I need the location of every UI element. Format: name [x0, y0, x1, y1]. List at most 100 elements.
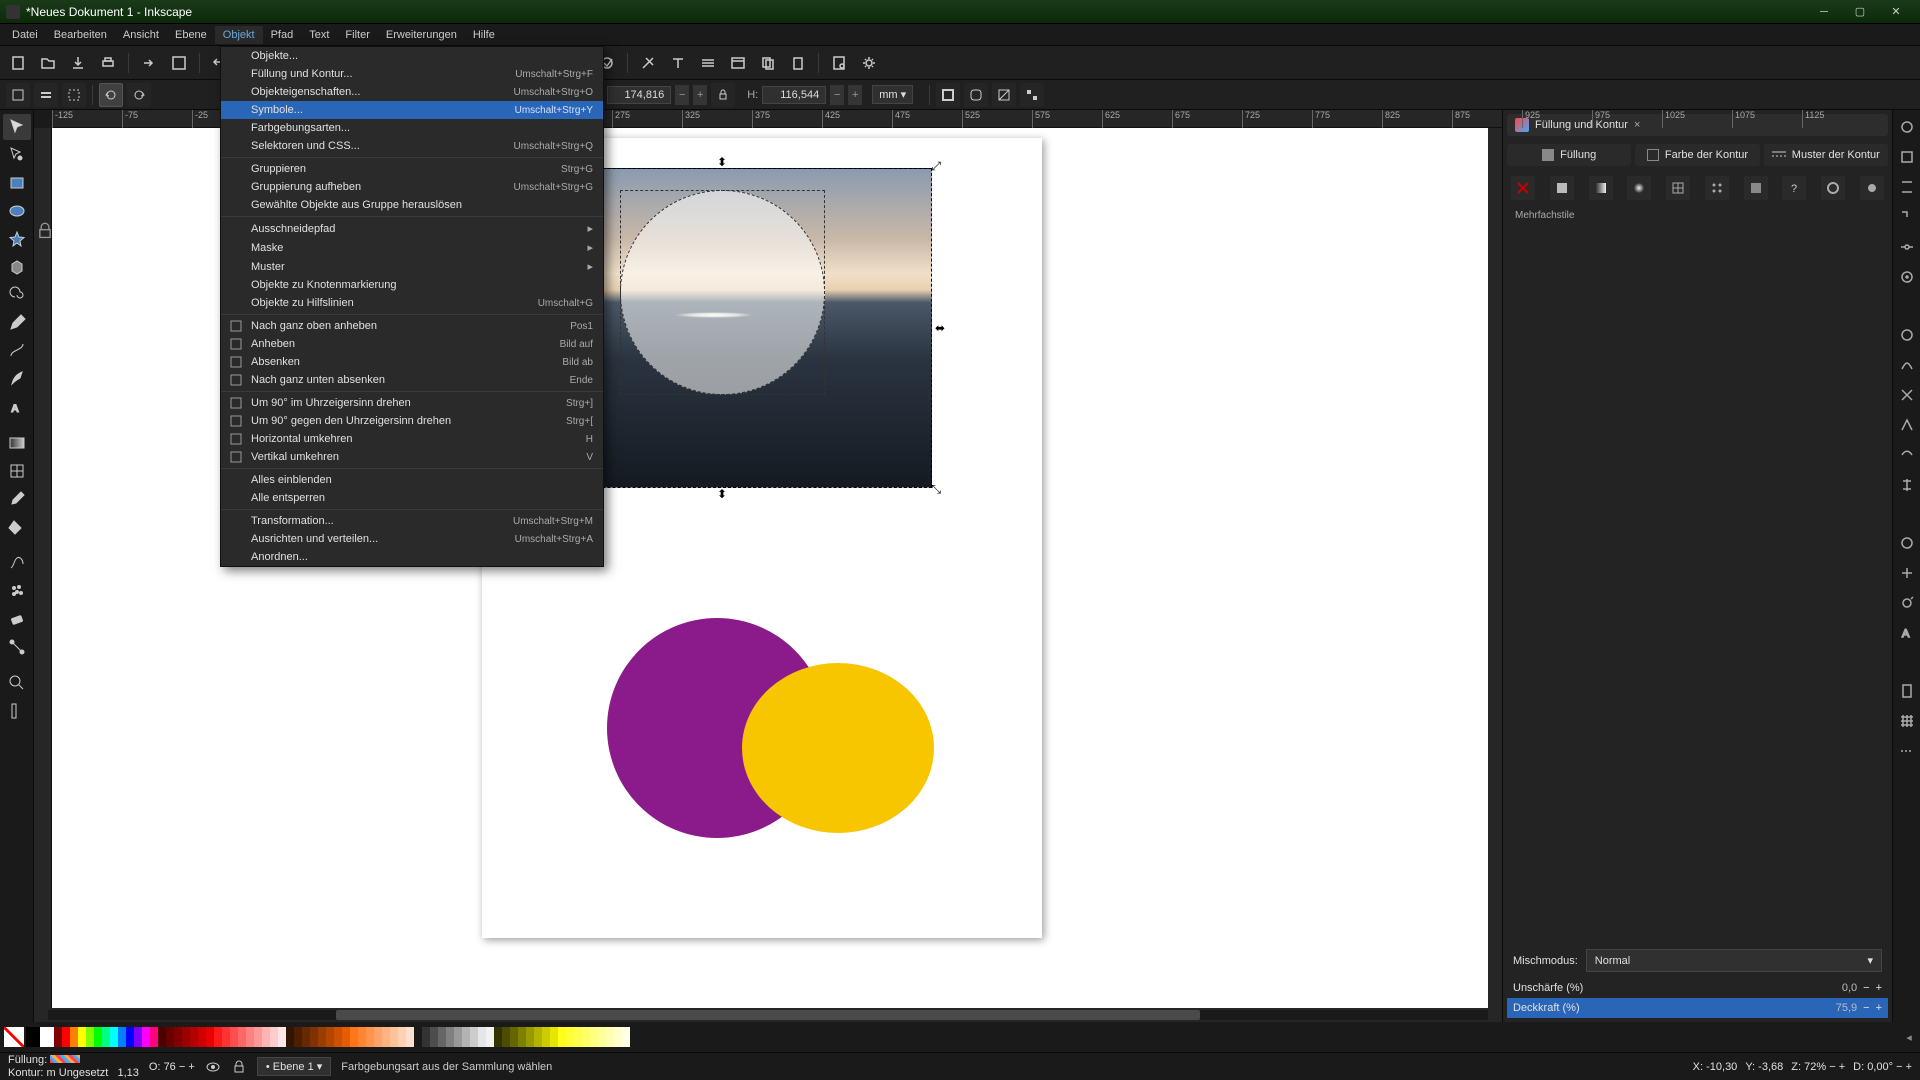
menu-item[interactable]: AnhebenBild auf: [221, 335, 603, 353]
menu-ansicht[interactable]: Ansicht: [115, 26, 167, 44]
color-swatch[interactable]: [598, 1027, 606, 1047]
menu-item[interactable]: Um 90° gegen den Uhrzeigersinn drehenStr…: [221, 412, 603, 430]
color-swatch[interactable]: [342, 1027, 350, 1047]
color-swatch[interactable]: [510, 1027, 518, 1047]
snap-grid-button[interactable]: [1896, 710, 1918, 732]
menu-item[interactable]: Objekteigenschaften...Umschalt+Strg+O: [221, 83, 603, 101]
yellow-circle-object[interactable]: [742, 663, 934, 833]
menu-item[interactable]: Anordnen...: [221, 548, 603, 566]
menu-item[interactable]: GruppierenStrg+G: [221, 160, 603, 178]
color-swatch[interactable]: [310, 1027, 318, 1047]
ruler-lock-icon[interactable]: [36, 222, 54, 240]
w-inc[interactable]: +: [693, 85, 707, 105]
color-swatch[interactable]: [470, 1027, 478, 1047]
snap-guide-button[interactable]: [1896, 740, 1918, 762]
stroke-paint-tab[interactable]: Farbe der Kontur: [1635, 144, 1759, 166]
export-button[interactable]: [167, 51, 191, 75]
color-swatch[interactable]: [40, 1027, 54, 1047]
unit-select[interactable]: mm ▾: [872, 85, 913, 104]
color-swatch[interactable]: [206, 1027, 214, 1047]
snap-smooth-button[interactable]: [1896, 444, 1918, 466]
color-swatch[interactable]: [62, 1027, 70, 1047]
snap-intersect-button[interactable]: [1896, 384, 1918, 406]
calligraphy-tool[interactable]: [3, 366, 31, 392]
color-swatch[interactable]: [462, 1027, 470, 1047]
color-swatch[interactable]: [414, 1027, 422, 1047]
menu-item[interactable]: Horizontal umkehrenH: [221, 430, 603, 448]
stroke-style-tab[interactable]: Muster der Kontur: [1764, 144, 1888, 166]
color-swatch[interactable]: [374, 1027, 382, 1047]
color-swatch[interactable]: [166, 1027, 174, 1047]
color-swatch[interactable]: [278, 1027, 286, 1047]
snap-path-button[interactable]: [1896, 354, 1918, 376]
mesh-tool[interactable]: [3, 458, 31, 484]
resize-handle-e[interactable]: ⬌: [935, 321, 945, 335]
color-swatch[interactable]: [134, 1027, 142, 1047]
selector-tool[interactable]: [3, 114, 31, 140]
menu-item[interactable]: Füllung und Kontur...Umschalt+Strg+F: [221, 65, 603, 83]
horizontal-scrollbar[interactable]: [34, 1008, 1502, 1022]
snap-text-button[interactable]: A: [1896, 622, 1918, 644]
paint-pattern-button[interactable]: [1705, 176, 1729, 200]
paste-button[interactable]: [786, 51, 810, 75]
color-swatch[interactable]: [518, 1027, 526, 1047]
deselect-button[interactable]: [62, 83, 86, 107]
menu-bearbeiten[interactable]: Bearbeiten: [46, 26, 115, 44]
color-swatch[interactable]: [542, 1027, 550, 1047]
color-swatch[interactable]: [78, 1027, 86, 1047]
import-button[interactable]: [137, 51, 161, 75]
color-swatch[interactable]: [366, 1027, 374, 1047]
menu-item[interactable]: Maske▸: [221, 238, 603, 257]
text-button[interactable]: [666, 51, 690, 75]
prefs-button[interactable]: [857, 51, 881, 75]
color-swatch[interactable]: [182, 1027, 190, 1047]
maximize-button[interactable]: ▢: [1842, 1, 1878, 23]
pencil-tool[interactable]: [3, 310, 31, 336]
snap-center-button[interactable]: [1896, 266, 1918, 288]
menu-item[interactable]: Ausschneidepfad▸: [221, 219, 603, 238]
color-swatch[interactable]: [550, 1027, 558, 1047]
status-rotation-value[interactable]: 0,00°: [1867, 1061, 1893, 1073]
scale-corners-button[interactable]: [964, 83, 988, 107]
color-swatch[interactable]: [494, 1027, 502, 1047]
xml-button[interactable]: [726, 51, 750, 75]
h-inc[interactable]: +: [848, 85, 862, 105]
color-swatch[interactable]: [230, 1027, 238, 1047]
scale-stroke-button[interactable]: [936, 83, 960, 107]
paint-mesh-button[interactable]: [1666, 176, 1690, 200]
paint-swatch-button[interactable]: [1744, 176, 1768, 200]
status-o-inc[interactable]: +: [188, 1061, 194, 1073]
color-swatch[interactable]: [238, 1027, 246, 1047]
fill-stroke-button[interactable]: [636, 51, 660, 75]
color-swatch[interactable]: [454, 1027, 462, 1047]
menu-filter[interactable]: Filter: [337, 26, 377, 44]
color-swatch[interactable]: [318, 1027, 326, 1047]
move-gradients-button[interactable]: [992, 83, 1016, 107]
color-swatch[interactable]: [430, 1027, 438, 1047]
color-swatch[interactable]: [606, 1027, 614, 1047]
color-swatch[interactable]: [382, 1027, 390, 1047]
rotate-cw-button[interactable]: [127, 83, 151, 107]
blend-mode-select[interactable]: Normal▾: [1586, 949, 1882, 972]
color-swatch[interactable]: [70, 1027, 78, 1047]
layers-button[interactable]: [696, 51, 720, 75]
text-tool[interactable]: A: [3, 394, 31, 420]
color-swatch[interactable]: [422, 1027, 430, 1047]
h-dec[interactable]: −: [830, 85, 844, 105]
save-button[interactable]: [66, 51, 90, 75]
panel-close-button[interactable]: ×: [1634, 119, 1640, 131]
color-swatch[interactable]: [438, 1027, 446, 1047]
status-zoom-value[interactable]: 72%: [1804, 1061, 1826, 1073]
color-swatch[interactable]: [118, 1027, 126, 1047]
color-swatch[interactable]: [446, 1027, 454, 1047]
measure-tool[interactable]: [3, 698, 31, 724]
color-swatch[interactable]: [54, 1027, 62, 1047]
color-swatch[interactable]: [478, 1027, 486, 1047]
copy-button[interactable]: [756, 51, 780, 75]
color-swatch[interactable]: [502, 1027, 510, 1047]
bezier-tool[interactable]: [3, 338, 31, 364]
paint-custom1-button[interactable]: [1821, 176, 1845, 200]
menu-item[interactable]: AbsenkenBild ab: [221, 353, 603, 371]
snap-bbox-button[interactable]: [1896, 146, 1918, 168]
color-swatch[interactable]: [158, 1027, 166, 1047]
